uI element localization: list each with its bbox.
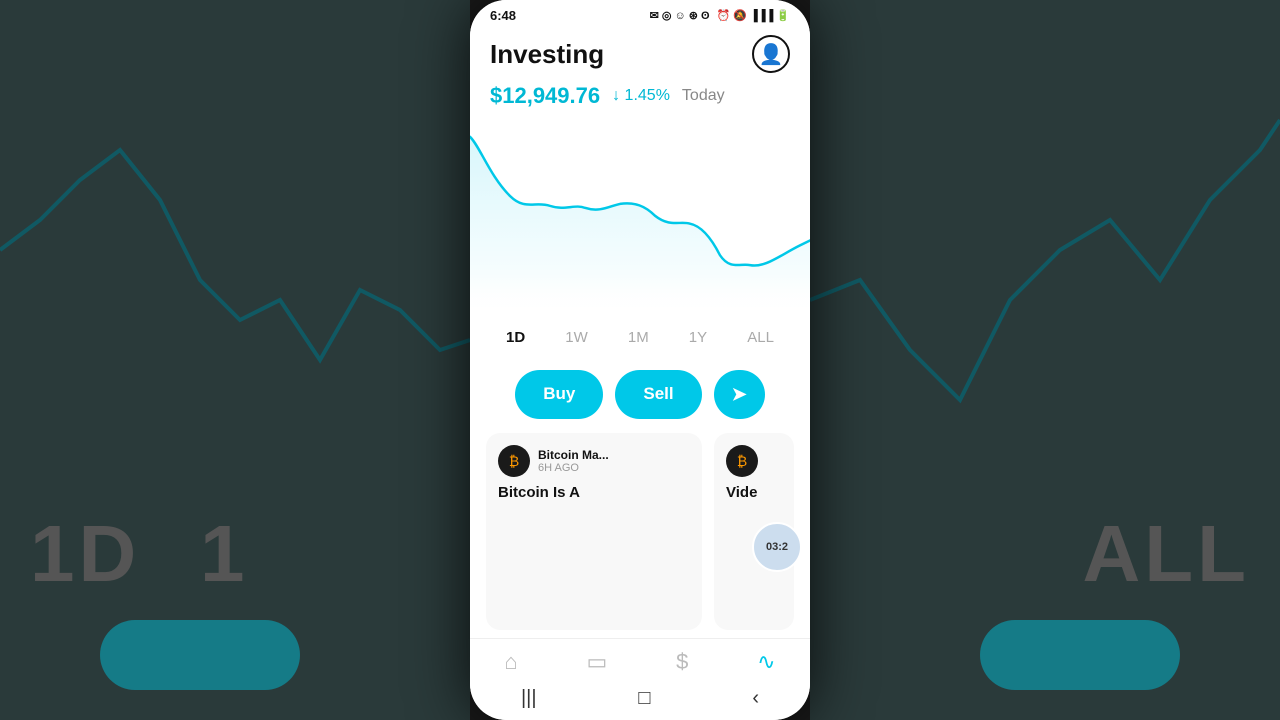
news-title-2: Vide: [726, 483, 782, 503]
news-logo-2: ₿: [726, 445, 758, 477]
news-header-2: ₿: [726, 445, 782, 477]
status-time: 6:48: [490, 8, 516, 23]
circle-icon: ◎: [662, 9, 672, 22]
news-card-1[interactable]: ₿ Bitcoin Ma... 6H AGO Bitcoin Is A: [486, 433, 702, 631]
recent-apps-btn[interactable]: |||: [521, 687, 537, 710]
app-header: Investing 👤: [470, 27, 810, 77]
avatar-button[interactable]: 👤: [752, 35, 790, 73]
back-btn[interactable]: ‹: [752, 687, 759, 710]
video-time: 03:2: [766, 541, 788, 553]
news-meta-1: Bitcoin Ma... 6H AGO: [538, 448, 609, 474]
price-period: Today: [682, 87, 725, 105]
home-btn[interactable]: □: [638, 687, 650, 710]
mute-icon: 🔕: [733, 9, 747, 22]
price-row: $12,949.76 ↓ 1.45% Today: [470, 77, 810, 117]
battery-icon: 🔋: [776, 9, 790, 22]
bg-left-text: 1D: [30, 508, 140, 600]
news-source-1: Bitcoin Ma...: [538, 448, 609, 462]
status-icons: ✉ ◎ ☺ ⊛ ʘ ⏰ 🔕 ▐▐▐ 🔋: [650, 9, 790, 22]
bg-middle-text: 1: [200, 508, 249, 600]
chart-icon: ∿: [757, 649, 775, 675]
dollar-icon: $: [676, 649, 688, 675]
status-bar: 6:48 ✉ ◎ ☺ ⊛ ʘ ⏰ 🔕 ▐▐▐ 🔋: [470, 0, 810, 27]
news-time-1: 6H AGO: [538, 462, 609, 474]
chart-gradient: [470, 275, 810, 315]
cards-icon: ▭: [586, 649, 607, 675]
bg-right-text: ALL: [1082, 508, 1250, 600]
user-icon: 👤: [759, 42, 784, 67]
price-change: ↓ 1.45%: [612, 87, 670, 105]
page-title: Investing: [490, 39, 604, 70]
send-icon: ➤: [732, 384, 747, 405]
bottom-nav: ⌂ ▭ $ ∿: [470, 638, 810, 681]
nav-cards[interactable]: ▭: [586, 649, 607, 675]
bitcoin-mag-logo-2: ₿: [737, 453, 747, 469]
time-btn-1w[interactable]: 1W: [557, 325, 596, 350]
news-logo-1: ₿: [498, 445, 530, 477]
nav-cash[interactable]: $: [676, 649, 688, 675]
action-buttons: Buy Sell ➤: [470, 360, 810, 433]
news-header-1: ₿ Bitcoin Ma... 6H AGO: [498, 445, 690, 477]
bg-right-panel: ALL: [810, 0, 1280, 720]
sell-button[interactable]: Sell: [615, 370, 701, 419]
bitcoin-mag-logo: ₿: [509, 453, 519, 469]
email-icon: ✉: [650, 9, 659, 22]
face-icon: ☺: [674, 10, 685, 22]
news-title-1: Bitcoin Is A: [498, 483, 690, 503]
whatsapp-icon: ʘ: [701, 10, 710, 22]
home-icon: ⌂: [504, 649, 517, 675]
time-range-selector: 1D 1W 1M 1Y ALL: [470, 315, 810, 360]
send-button[interactable]: ➤: [714, 370, 765, 419]
video-duration-badge: 03:2: [752, 522, 802, 572]
bg-left-panel: 1D 1: [0, 0, 470, 720]
bg-left-button: [100, 620, 300, 690]
nav-home[interactable]: ⌂: [504, 649, 517, 675]
signal-icon: ▐▐▐: [750, 10, 773, 22]
bg-right-button: [980, 620, 1180, 690]
time-btn-1m[interactable]: 1M: [620, 325, 657, 350]
alarm-icon: ⏰: [717, 9, 731, 22]
time-btn-1y[interactable]: 1Y: [681, 325, 715, 350]
phone-frame: 6:48 ✉ ◎ ☺ ⊛ ʘ ⏰ 🔕 ▐▐▐ 🔋 Investing 👤 $12…: [470, 0, 810, 720]
time-btn-all[interactable]: ALL: [739, 325, 782, 350]
nav-investing[interactable]: ∿: [757, 649, 775, 675]
time-btn-1d[interactable]: 1D: [498, 325, 533, 350]
price-value: $12,949.76: [490, 83, 600, 109]
settings-icon: ⊛: [689, 9, 698, 22]
buy-button[interactable]: Buy: [515, 370, 603, 419]
price-chart: [470, 117, 810, 315]
system-nav: ||| □ ‹: [470, 681, 810, 720]
